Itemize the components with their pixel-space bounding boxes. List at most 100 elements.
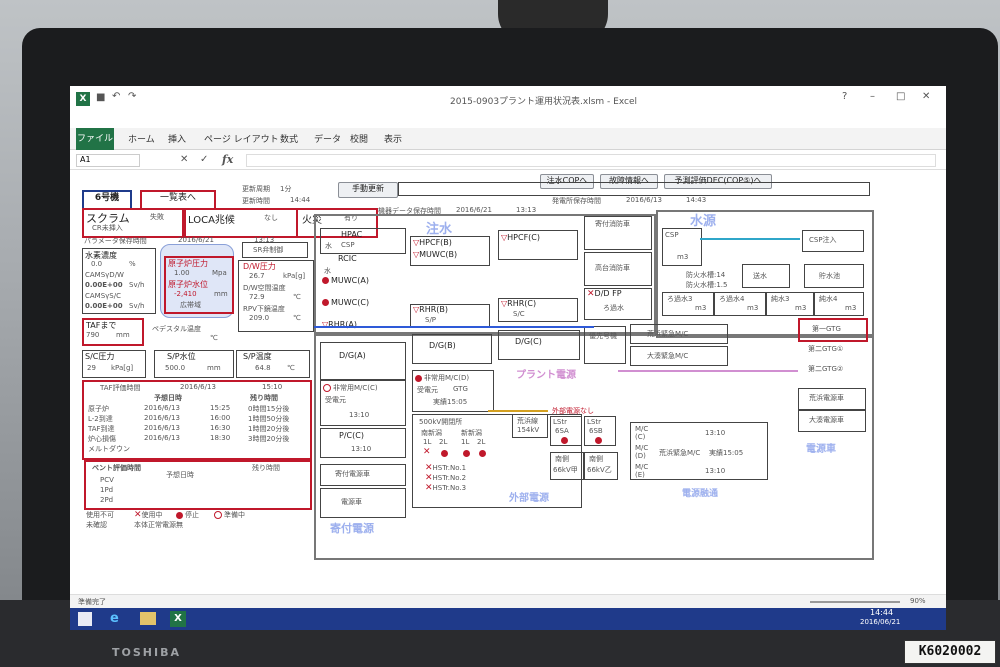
ie-icon[interactable]: e (110, 611, 119, 626)
list-button[interactable]: 一覧表へ (140, 190, 216, 210)
rcic-label: RCIC (338, 254, 357, 263)
clock-time: 14:44 (870, 608, 894, 617)
explorer-icon[interactable] (140, 612, 156, 625)
arahama-emg-mc: 荒浜緊急M/C (630, 324, 728, 344)
dg-c-box: D/G(C) (498, 330, 580, 360)
tab-review[interactable]: 校閲 (350, 132, 368, 145)
dg-b-box: D/G(B) (412, 334, 492, 364)
close-icon[interactable]: ✕ (922, 91, 930, 102)
zoom-slider[interactable] (810, 601, 900, 603)
reactor-box: 原子炉圧力 1.00 Mpa 原子炉水位 -2,410 mm 広帯域 (164, 256, 234, 314)
mc-table: M/C (C) 13:10 M/C (D) 荒浜緊急M/C 実績15:05 M/… (630, 422, 768, 480)
pink-flow-line (618, 370, 798, 372)
pure3-box: 純水3 m3 (766, 292, 814, 316)
csp-flow-line (700, 238, 800, 240)
taf-box: TAFまで 790 mm (82, 318, 144, 346)
yellow-flow-line (488, 410, 548, 412)
param-save-date: 2016/6/21 (178, 236, 214, 244)
maximize-icon[interactable]: □ (896, 91, 905, 102)
dd-fp-box: ✕D/D FP ろ過水 (584, 288, 652, 320)
muwc-a: MUWC(A) (322, 276, 369, 285)
x-mark-icon: ✕ (425, 463, 433, 473)
update-time-value: 14:44 (290, 196, 311, 204)
ominato-car-box: 大湊電源車 (798, 410, 866, 432)
minimize-icon[interactable]: – (870, 91, 875, 102)
water-source-title: 水源 (690, 214, 717, 229)
title-bar: X ■ ↶ ↷ 2015-0903プラント運用状況表.xlsm - Excel … (70, 86, 946, 112)
x-mark-icon: ✕ (134, 510, 142, 520)
function-icon[interactable]: fx (222, 153, 233, 166)
legend-unconfirmed: 未確認 (86, 521, 107, 529)
hpcf-c-box: ▽HPCF(C) (498, 230, 578, 260)
srv-control-box[interactable]: SR弁制御 (242, 242, 308, 258)
asset-sticker: K6020002 (904, 640, 996, 664)
tab-data[interactable]: データ (314, 132, 341, 145)
unit-label: 6号機 (82, 190, 132, 210)
undo-icon[interactable]: ↶ (112, 91, 120, 102)
sp-temp-box: S/P温度 64.8 ℃ (236, 350, 310, 378)
scram-box: スクラム 失敗 CR未挿入 (82, 208, 186, 238)
red-dot-icon (322, 299, 329, 306)
plant-status-sheet: 注水COPへ 故障情報へ 予測評価DEC(COP⑤)へ 6号機 一覧表へ 更新周… (78, 174, 940, 594)
enter-icon[interactable]: ✓ (200, 154, 208, 165)
ro4-box: ろ過水4 m3 (714, 292, 766, 316)
lstr-6sb-box: LStr 6SB (584, 416, 616, 446)
param-save-label: パラメータ保存時間 (84, 237, 147, 245)
red-dot-icon (595, 437, 602, 444)
muwc-c: MUWC(C) (322, 298, 369, 307)
tab-view[interactable]: 表示 (384, 132, 402, 145)
tab-insert[interactable]: 挿入 (168, 132, 186, 145)
zoom-level[interactable]: 90% (910, 597, 926, 605)
tab-home[interactable]: ホーム (128, 132, 155, 145)
formula-input[interactable] (246, 154, 936, 167)
start-icon[interactable] (78, 612, 92, 626)
emg-mc-c-box: 非常用M/C(C) 受電元 13:10 (320, 380, 406, 426)
x-mark-icon: ✕ (425, 473, 433, 483)
tab-page-layout[interactable]: ページ レイアウト (204, 132, 279, 145)
redo-icon[interactable]: ↷ (128, 91, 136, 102)
tab-formulas[interactable]: 数式 (280, 132, 298, 145)
ominato-emg-mc: 大湊緊急M/C (630, 346, 728, 366)
ro3-box: ろ過水3 m3 (662, 292, 714, 316)
dg-a-box: D/G(A) (320, 342, 406, 380)
excel-icon[interactable]: X (76, 92, 90, 106)
update-cycle-value: 1分 (280, 185, 292, 193)
fire-tank-1: 防火水槽:14 (686, 271, 726, 279)
donate-power-label: 寄付電源 (330, 522, 374, 535)
dw-params-box: D/W圧力 26.7 kPa[g] D/W空間温度 72.9 ℃ RPV下鏡温度… (238, 260, 314, 332)
hpcf-b-box: ▽HPCF(B) ▽MUWC(B) (410, 236, 490, 266)
pure4-box: 純水4 m3 (814, 292, 864, 316)
window-title: 2015-0903プラント運用状況表.xlsm - Excel (450, 97, 638, 107)
red-dot-icon (176, 511, 183, 519)
pc-c-box: P/C(C) 13:10 (320, 428, 406, 458)
circle-icon (214, 511, 222, 519)
save-icon[interactable]: ■ (96, 92, 105, 103)
pedestal-label: ペデスタル温度 (152, 325, 201, 333)
blue-flow-line (314, 326, 594, 328)
rcic-source: 水 (324, 267, 331, 275)
lstr-6sa-box: LStr 6SA (550, 416, 582, 446)
update-time-label: 更新時間 (242, 197, 270, 205)
name-box[interactable]: A1 (76, 154, 140, 167)
excel-status-bar: 準備完了 90% (70, 594, 946, 608)
manual-update-button[interactable]: 手動更新 (338, 182, 398, 198)
vent-eval-table: ベント評価時間 予想日時 残り時間 PCV 1Pd 2Pd (84, 460, 312, 510)
clock-date: 2016/06/21 (860, 618, 901, 626)
arahama-line-box: 荒浜線 154kV (512, 414, 548, 438)
equip-save-date: 2016/6/21 (456, 206, 492, 214)
legend-standby: 準備中 (214, 510, 245, 520)
cancel-icon[interactable]: ✕ (180, 154, 188, 165)
csp-inject-box: CSP注入 (802, 230, 864, 252)
tab-file[interactable]: ファイル (76, 128, 114, 150)
red-dot-icon (322, 277, 329, 284)
excel-taskbar-icon[interactable]: X (170, 611, 186, 627)
inject-title: 注水 (426, 222, 453, 237)
gtg3-label: 第二GTG② (808, 365, 844, 373)
taskbar: e X 14:44 2016/06/21 (70, 608, 946, 630)
gtg1-box: 第一GTG (798, 318, 868, 342)
legend-normal: 本体正常電源無 (134, 521, 183, 529)
help-icon[interactable]: ? (842, 91, 847, 102)
donated-fire-engine: 寄付消防車 (584, 216, 652, 250)
red-dot-icon (415, 374, 422, 382)
rhr-c-box: ▽RHR(C) S/C (498, 298, 578, 322)
